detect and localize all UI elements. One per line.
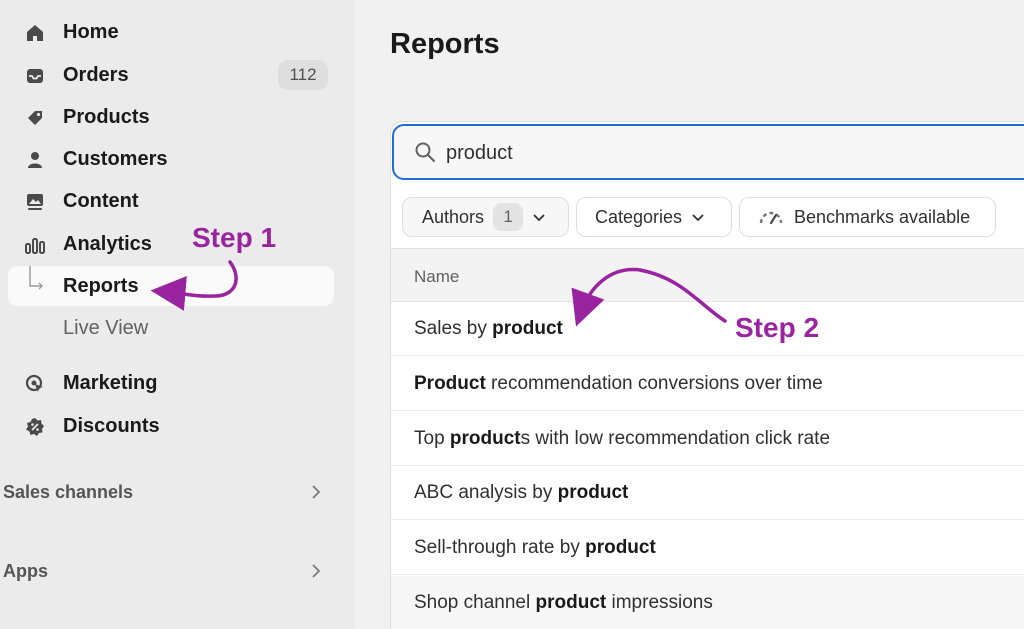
table-row[interactable]: Shop channel product impressions	[391, 576, 1024, 629]
sidebar-item-marketing[interactable]: Marketing	[8, 363, 334, 403]
benchmarks-filter-button[interactable]: Benchmarks available	[739, 197, 996, 237]
tag-icon	[24, 108, 46, 128]
sidebar-item-label: Discounts	[63, 414, 160, 437]
sidebar-item-label: Orders	[63, 63, 129, 86]
step-2-annotation: Step 2	[735, 312, 820, 343]
section-label: Sales channels	[3, 481, 134, 502]
sidebar-item-reports[interactable]: Reports	[8, 266, 334, 306]
report-name[interactable]: ABC analysis by product	[414, 482, 628, 504]
filter-count-badge: 1	[493, 203, 524, 231]
sidebar-item-discounts[interactable]: Discounts	[8, 406, 334, 446]
sidebar-item-content[interactable]: Content	[8, 181, 334, 221]
sidebar-item-label: Products	[63, 105, 150, 128]
sidebar-item-label: Analytics	[63, 232, 152, 255]
chevron-right-icon	[312, 564, 321, 578]
filter-label: Categories	[595, 206, 683, 227]
table-row[interactable]: Sell-through rate by product	[391, 521, 1024, 575]
sidebar-item-live-view[interactable]: Live View	[8, 308, 334, 348]
sidebar-item-label: Customers	[63, 147, 168, 170]
search-value: product	[446, 142, 513, 164]
table-row[interactable]: Sales by product	[391, 302, 1024, 356]
report-name[interactable]: Shop channel product impressions	[414, 592, 713, 614]
table-header: Name	[391, 248, 1024, 302]
section-label: Apps	[3, 560, 48, 581]
table-row[interactable]: Product recommendation conversions over …	[391, 357, 1024, 411]
target-icon	[24, 374, 46, 394]
table-row[interactable]: ABC analysis by product	[391, 466, 1024, 520]
sidebar-item-label: Marketing	[63, 371, 158, 394]
sidebar-item-orders[interactable]: Orders 112	[8, 55, 334, 95]
sidebar-item-home[interactable]: Home	[8, 12, 334, 52]
home-icon	[24, 23, 46, 43]
step-1-annotation: Step 1	[192, 222, 277, 253]
chevron-down-icon	[533, 214, 545, 222]
gauge-icon	[759, 211, 783, 225]
reports-card: product Authors 1 Categories Benchmarks …	[390, 121, 1024, 629]
column-header-name[interactable]: Name	[414, 267, 459, 287]
search-input[interactable]: product	[392, 124, 1024, 180]
bar-chart-icon	[24, 235, 46, 255]
sidebar-section-sales-channels[interactable]: Sales channels	[3, 475, 333, 509]
sidebar-item-label: Live View	[63, 316, 149, 339]
sidebar-section-apps[interactable]: Apps	[3, 554, 333, 588]
report-name[interactable]: Sell-through rate by product	[414, 537, 656, 559]
table-row[interactable]: Top products with low recommendation cli…	[391, 412, 1024, 466]
page-title: Reports	[390, 28, 500, 60]
sidebar-item-customers[interactable]: Customers	[8, 139, 334, 179]
sidebar-item-label: Content	[63, 189, 139, 212]
discount-icon	[24, 417, 46, 437]
chevron-right-icon	[312, 485, 321, 499]
filter-label: Authors	[422, 206, 485, 227]
report-name[interactable]: Product recommendation conversions over …	[414, 373, 823, 395]
sidebar-item-products[interactable]: Products	[8, 97, 334, 137]
filter-label: Benchmarks available	[794, 206, 971, 227]
person-icon	[24, 150, 46, 170]
authors-filter-button[interactable]: Authors 1	[402, 197, 569, 237]
categories-filter-button[interactable]: Categories	[576, 197, 732, 237]
report-name[interactable]: Sales by product	[414, 318, 563, 340]
sidebar-item-label: Home	[63, 20, 119, 43]
sidebar: Home Orders 112 Products Customers Conte…	[0, 0, 354, 629]
image-icon	[24, 192, 46, 212]
inbox-icon	[24, 66, 46, 86]
chevron-down-icon	[692, 214, 704, 222]
sidebar-item-label: Reports	[63, 274, 139, 297]
sub-arrow-icon	[24, 266, 46, 297]
sidebar-item-analytics[interactable]: Analytics	[8, 224, 334, 264]
orders-count-badge: 112	[278, 60, 328, 90]
search-icon	[415, 142, 435, 162]
report-name[interactable]: Top products with low recommendation cli…	[414, 428, 830, 450]
